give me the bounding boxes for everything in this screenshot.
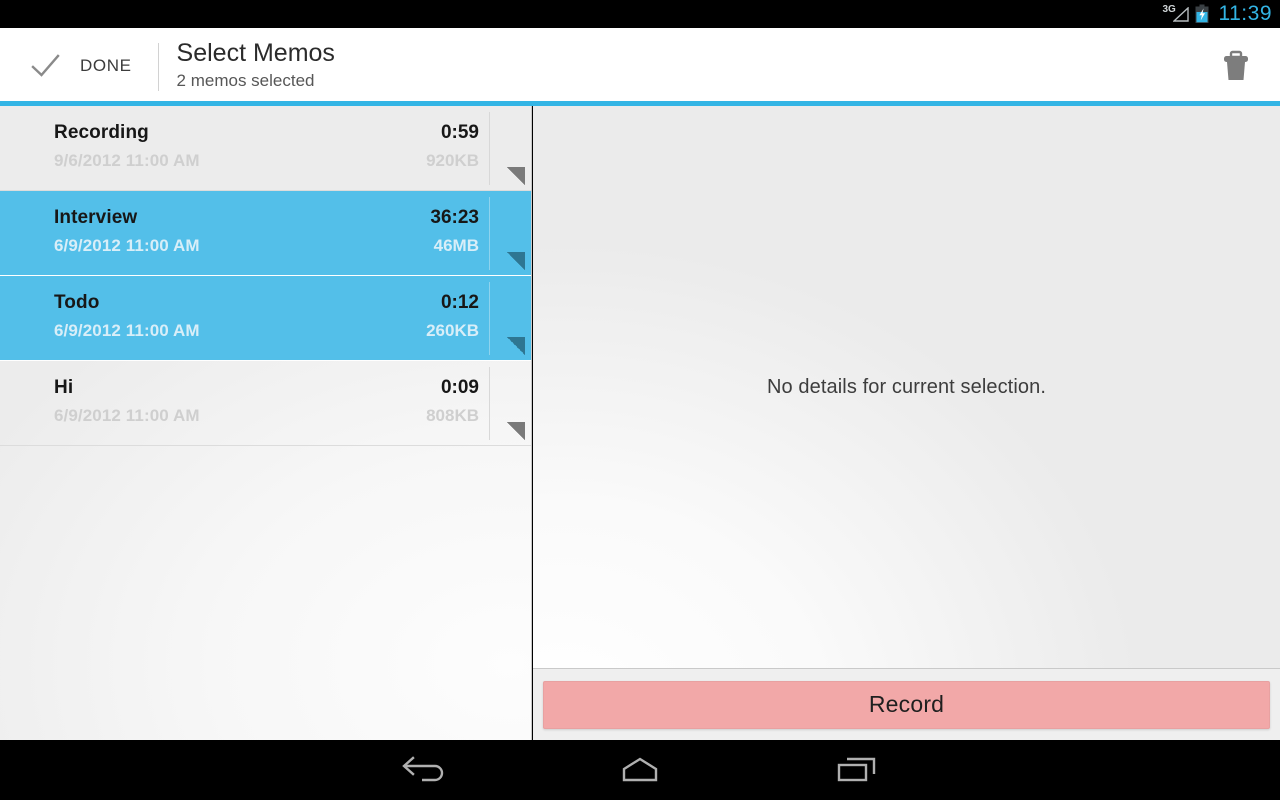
selection-count-label: 2 memos selected [176, 71, 315, 90]
memo-duration: 0:09 [440, 377, 479, 398]
back-button[interactable] [380, 740, 466, 800]
back-arrow-icon [402, 756, 444, 782]
home-button[interactable] [597, 740, 683, 800]
action-bar-divider [157, 43, 159, 91]
status-bar-clock: 11:39 [1218, 1, 1272, 25]
memo-duration: 0:59 [440, 122, 479, 143]
content-area: Recording 9/6/2012 11:00 AM 0:59 920KB I… [0, 106, 1280, 740]
detail-pane: No details for current selection. Record [533, 106, 1280, 740]
page-title: Select Memos [176, 39, 335, 67]
expand-corner-icon[interactable] [507, 422, 525, 440]
record-bar: Record [533, 668, 1280, 740]
home-icon [622, 757, 658, 782]
trash-icon [1224, 50, 1248, 80]
memo-date: 6/9/2012 11:00 AM [54, 406, 200, 425]
expand-corner-icon[interactable] [507, 167, 525, 185]
done-button-label: DONE [80, 56, 132, 75]
memo-date: 9/6/2012 11:00 AM [54, 151, 200, 170]
checkmark-icon [31, 54, 60, 77]
memo-size: 920KB [426, 151, 479, 170]
memo-row-divider [489, 282, 490, 355]
delete-button[interactable] [1204, 28, 1268, 104]
memo-list-pane: Recording 9/6/2012 11:00 AM 0:59 920KB I… [0, 106, 532, 740]
memo-title: Hi [54, 377, 74, 398]
memo-date: 6/9/2012 11:00 AM [54, 236, 200, 255]
memo-title: Recording [54, 122, 149, 143]
android-tablet-screen: 3G 11:39 DONE Select Memos 2 memos selec… [0, 0, 1280, 800]
memo-duration: 36:23 [430, 207, 479, 228]
recent-apps-icon [837, 757, 876, 782]
recent-apps-button[interactable] [814, 740, 900, 800]
memo-row-divider [489, 367, 490, 440]
signal-indicator: 3G [1163, 4, 1189, 23]
memo-row-divider [489, 197, 490, 270]
memo-size: 260KB [426, 321, 479, 340]
memo-row[interactable]: Interview 6/9/2012 11:00 AM 36:23 46MB [0, 191, 531, 276]
done-button[interactable]: DONE [0, 28, 158, 104]
memo-duration: 0:12 [440, 292, 479, 313]
navigation-bar [0, 740, 1280, 800]
record-button[interactable]: Record [543, 680, 1270, 729]
detail-empty-message: No details for current selection. [767, 375, 1046, 398]
memo-title: Interview [54, 207, 138, 228]
record-button-label: Record [868, 691, 945, 717]
memo-title: Todo [54, 292, 100, 313]
expand-corner-icon[interactable] [507, 252, 525, 270]
memo-row[interactable]: Todo 6/9/2012 11:00 AM 0:12 260KB [0, 276, 531, 361]
detail-empty-area: No details for current selection. [533, 106, 1280, 668]
action-bar: DONE Select Memos 2 memos selected [0, 28, 1280, 104]
battery-charging-icon [1194, 4, 1210, 24]
memo-size: 46MB [433, 236, 479, 255]
action-bar-titles: Select Memos 2 memos selected [177, 38, 335, 94]
status-bar: 3G 11:39 [0, 0, 1280, 28]
memo-row-divider [489, 112, 490, 185]
memo-row[interactable]: Hi 6/9/2012 11:00 AM 0:09 808KB [0, 361, 531, 446]
signal-triangle-icon [1172, 7, 1189, 22]
memo-row[interactable]: Recording 9/6/2012 11:00 AM 0:59 920KB [0, 106, 531, 191]
memo-date: 6/9/2012 11:00 AM [54, 321, 200, 340]
memo-size: 808KB [426, 406, 479, 425]
expand-corner-icon[interactable] [507, 337, 525, 355]
